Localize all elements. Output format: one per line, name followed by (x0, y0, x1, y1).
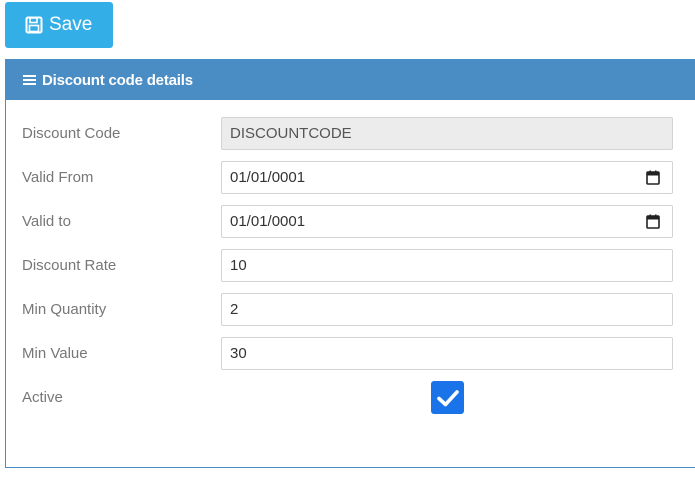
min-quantity-input[interactable]: 2 (221, 293, 673, 326)
discount-rate-value: 10 (230, 257, 247, 274)
floppy-disk-icon (25, 16, 43, 34)
save-button-label: Save (49, 14, 93, 35)
active-checkbox[interactable] (431, 381, 464, 414)
panel-title: Discount code details (42, 71, 193, 89)
panel-header: Discount code details (6, 60, 695, 100)
discount-rate-row: Discount Rate 10 (6, 249, 695, 282)
min-value-row: Min Value 30 (6, 337, 695, 370)
valid-to-value: 01/01/0001 (230, 213, 306, 230)
discount-code-row: Discount Code DISCOUNTCODE (6, 117, 695, 150)
active-row: Active (6, 381, 695, 414)
discount-rate-input[interactable]: 10 (221, 249, 673, 282)
valid-from-row: Valid From 01/01/0001 (6, 161, 695, 194)
min-quantity-row: Min Quantity 2 (6, 293, 695, 326)
min-value-label: Min Value (22, 345, 88, 362)
min-value-value: 30 (230, 345, 247, 362)
checkmark-icon (436, 389, 459, 406)
valid-from-value: 01/01/0001 (230, 169, 306, 186)
active-label: Active (22, 389, 63, 406)
calendar-icon[interactable] (646, 214, 660, 229)
discount-rate-label: Discount Rate (22, 257, 117, 274)
valid-from-date-input[interactable]: 01/01/0001 (221, 161, 673, 194)
valid-to-label: Valid to (22, 213, 71, 230)
discount-code-field[interactable]: DISCOUNTCODE (221, 117, 673, 150)
min-quantity-label: Min Quantity (22, 301, 107, 318)
discount-details-panel: Discount code details Discount Code DISC… (5, 59, 695, 468)
valid-to-date-input[interactable]: 01/01/0001 (221, 205, 673, 238)
calendar-icon[interactable] (646, 170, 660, 185)
valid-to-row: Valid to 01/01/0001 (6, 205, 695, 238)
min-value-input[interactable]: 30 (221, 337, 673, 370)
save-button[interactable]: Save (5, 2, 113, 48)
valid-from-label: Valid From (22, 169, 94, 186)
hamburger-menu-icon (23, 74, 36, 86)
discount-code-label: Discount Code (22, 125, 121, 142)
min-quantity-value: 2 (230, 301, 239, 318)
discount-code-value: DISCOUNTCODE (230, 125, 352, 142)
